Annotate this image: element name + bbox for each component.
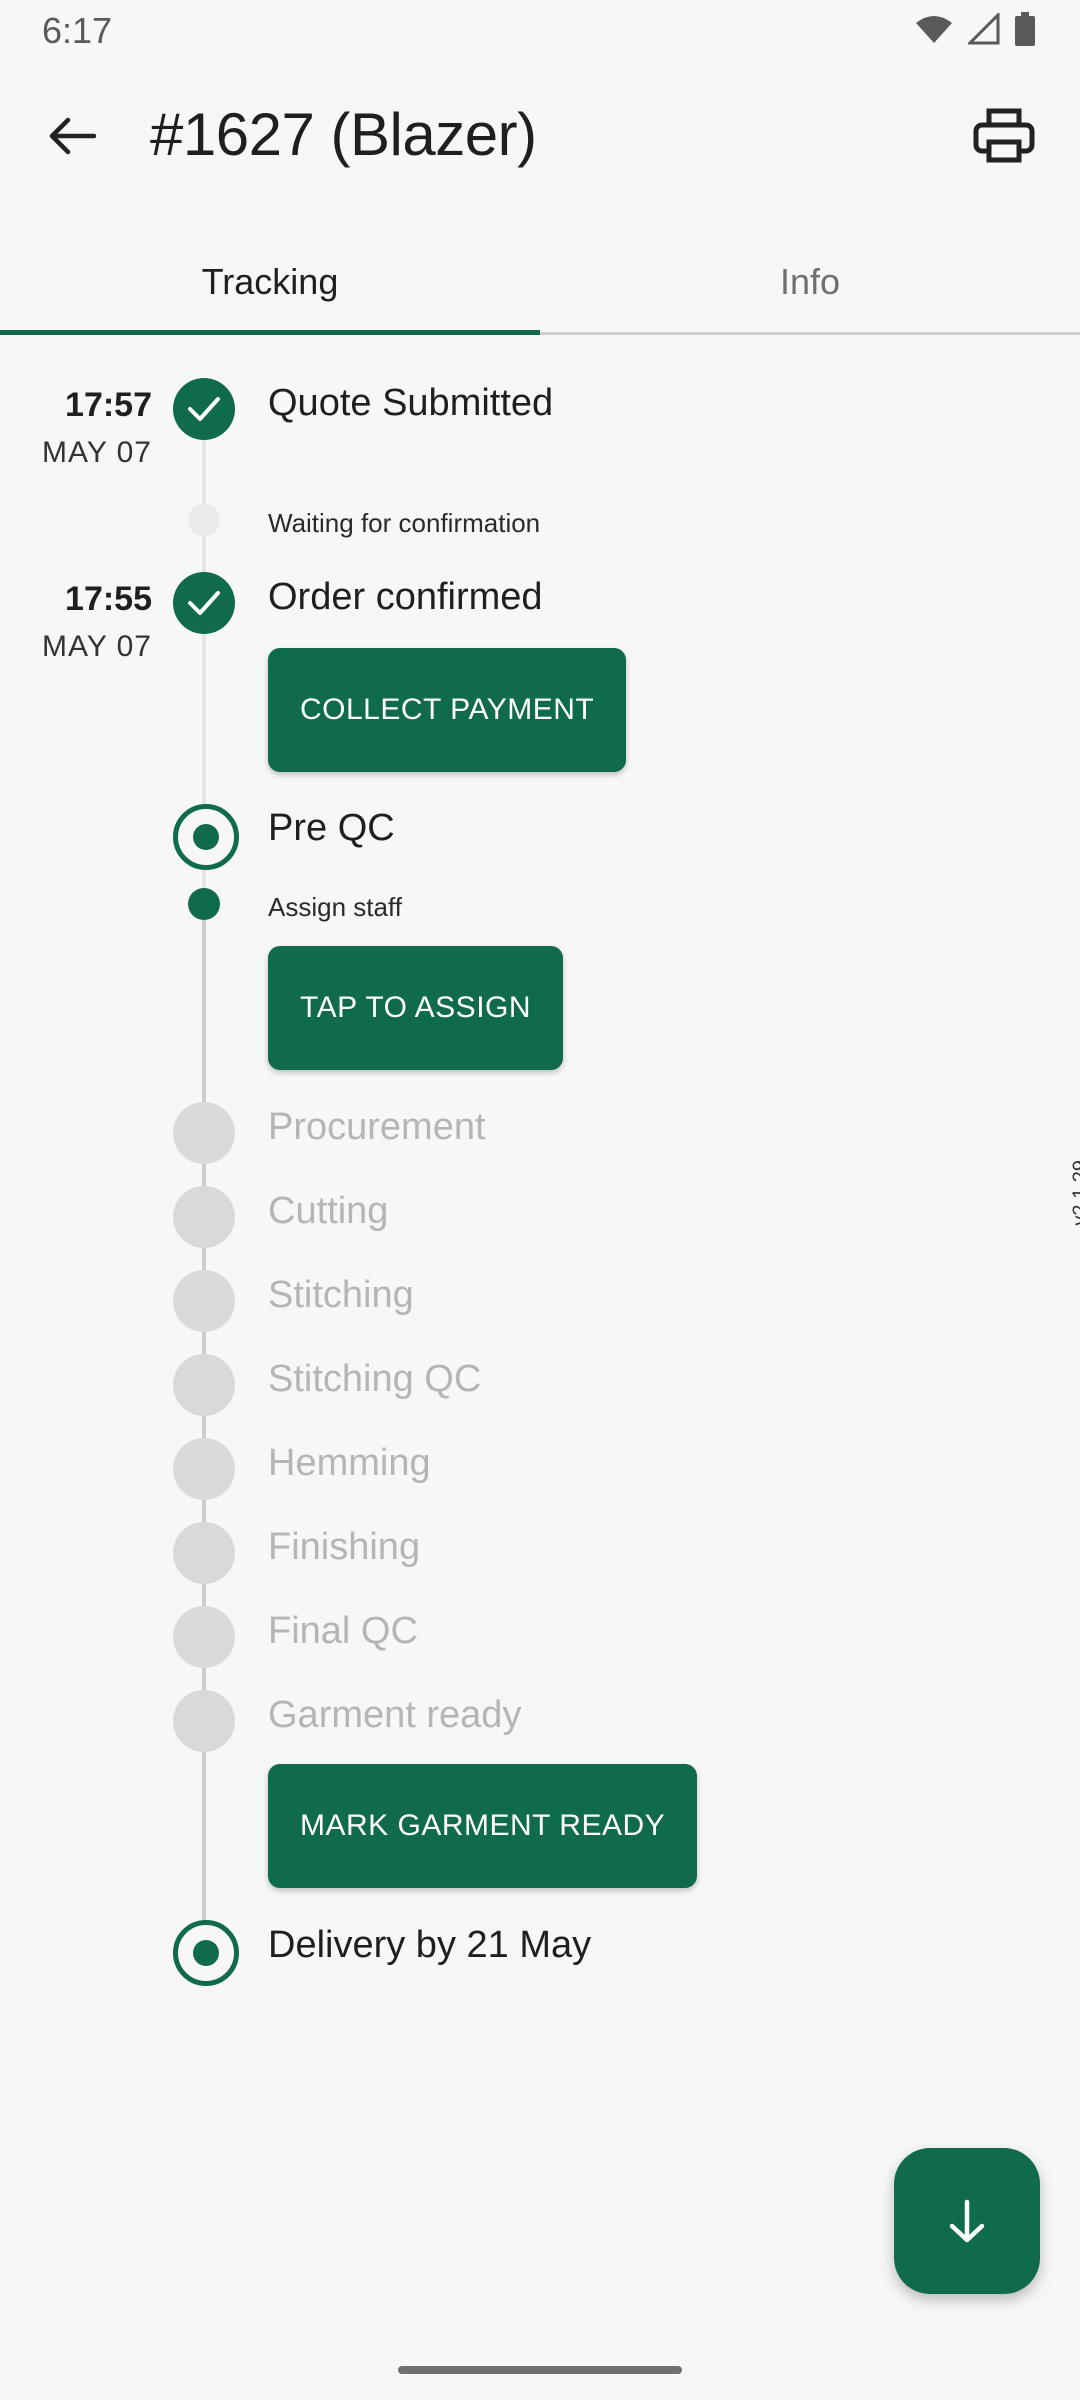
substep-assign-staff: Assign staff <box>268 892 402 922</box>
tap-to-assign-button[interactable]: TAP TO ASSIGN <box>268 946 564 1070</box>
step-quote-submitted: Quote Submitted <box>268 382 554 424</box>
collect-payment-button[interactable]: COLLECT PAYMENT <box>268 648 627 772</box>
tab-tracking[interactable]: Tracking <box>0 230 540 334</box>
back-button[interactable] <box>36 100 108 172</box>
print-button[interactable] <box>964 100 1044 172</box>
status-icons <box>914 12 1036 46</box>
substep-dot <box>188 504 220 536</box>
check-circle-icon <box>173 378 235 440</box>
quote-time: 17:57 <box>65 386 152 424</box>
pending-step-dot <box>173 1690 235 1752</box>
signal-icon <box>968 13 1000 45</box>
step-order-confirmed: Order confirmed <box>268 576 543 618</box>
step-procurement: Procurement <box>268 1106 486 1148</box>
step-hemming: Hemming <box>268 1442 431 1484</box>
pending-step-dot <box>173 1606 235 1668</box>
step-finishing: Finishing <box>268 1526 421 1568</box>
substep-dot <box>188 888 220 920</box>
battery-icon <box>1015 12 1035 46</box>
mark-garment-ready-button[interactable]: MARK GARMENT READY <box>268 1764 698 1888</box>
step-final-qc: Final QC <box>268 1610 418 1652</box>
substep-waiting: Waiting for confirmation <box>268 508 541 538</box>
status-time: 6:17 <box>42 10 113 51</box>
arrow-down-icon <box>949 2199 985 2243</box>
tab-bar: Tracking Info <box>0 230 1080 334</box>
pending-step-dot <box>173 1522 235 1584</box>
step-garment-ready: Garment ready <box>268 1694 522 1736</box>
quote-date: MAY 07 <box>42 436 152 469</box>
tab-indicator <box>0 330 540 335</box>
timeline-rail-pending <box>202 905 206 1955</box>
confirmed-date: MAY 07 <box>42 630 152 663</box>
pending-step-dot <box>173 1186 235 1248</box>
pending-step-dot <box>173 1354 235 1416</box>
confirmed-time: 17:55 <box>65 580 152 618</box>
delivery-step-icon <box>173 1920 239 1986</box>
page-title: #1627 (Blazer) <box>150 101 537 168</box>
tab-info[interactable]: Info <box>540 230 1080 334</box>
check-circle-icon <box>173 572 235 634</box>
step-pre-qc: Pre QC <box>268 807 395 849</box>
arrow-left-icon <box>49 117 97 155</box>
step-stitching: Stitching <box>268 1274 414 1316</box>
wifi-icon <box>916 16 952 43</box>
step-delivery: Delivery by 21 May <box>268 1924 592 1966</box>
step-cutting: Cutting <box>268 1190 389 1232</box>
home-indicator[interactable] <box>398 2366 682 2374</box>
pending-step-dot <box>173 1270 235 1332</box>
printer-icon <box>973 108 1035 163</box>
pending-step-dot <box>173 1438 235 1500</box>
version-label: v2.1.29 <box>1070 1160 1080 1226</box>
scroll-down-fab[interactable] <box>894 2148 1040 2294</box>
pending-step-dot <box>173 1102 235 1164</box>
step-stitching-qc: Stitching QC <box>268 1358 482 1400</box>
current-step-icon <box>173 804 239 870</box>
